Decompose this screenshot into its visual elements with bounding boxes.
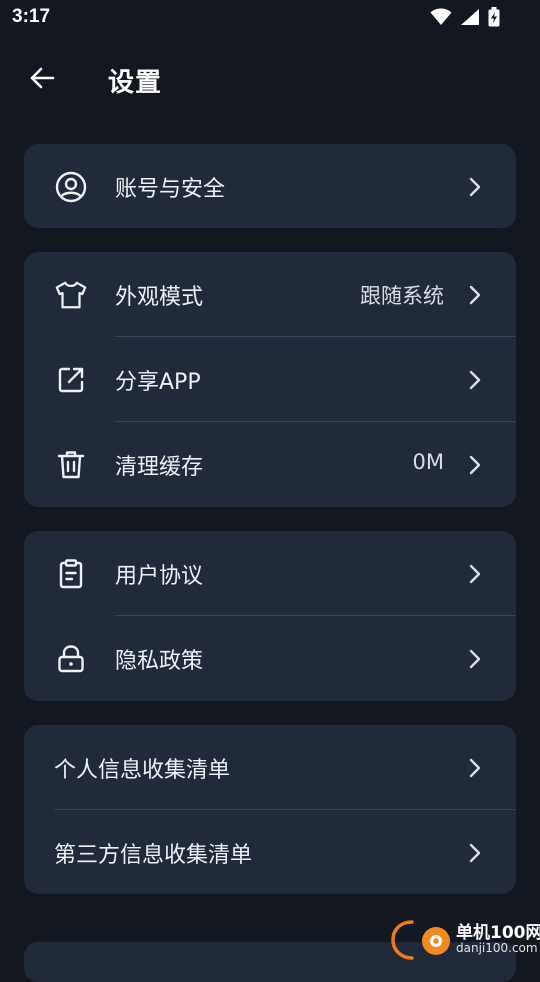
row-label: 外观模式	[115, 285, 204, 310]
row-label: 第三方信息收集清单	[54, 843, 253, 868]
clipboard-icon	[54, 557, 88, 591]
watermark: 单机100网 danji100.com	[390, 916, 540, 960]
settings-card-legal: 用户协议 隐私政策	[24, 531, 516, 701]
row-share-app[interactable]: 分享APP	[24, 337, 516, 422]
row-account-security[interactable]: 账号与安全	[24, 144, 516, 228]
row-user-agreement[interactable]: 用户协议	[24, 531, 516, 616]
settings-card-general: 外观模式 跟随系统 分享APP 清理缓存 0M	[24, 252, 516, 507]
row-privacy-policy[interactable]: 隐私政策	[24, 616, 516, 701]
trash-icon	[54, 448, 88, 482]
shirt-icon	[54, 278, 88, 312]
chevron-right-icon	[466, 840, 484, 866]
arrow-left-icon	[30, 67, 55, 89]
watermark-url: danji100.com	[456, 941, 538, 955]
user-circle-icon	[54, 170, 88, 204]
status-time: 3:17	[12, 6, 51, 27]
back-button[interactable]	[22, 60, 62, 96]
row-label: 清理缓存	[115, 455, 204, 480]
chevron-right-icon	[466, 452, 484, 478]
chevron-right-icon	[466, 174, 484, 200]
chevron-right-icon	[466, 282, 484, 308]
signal-icon	[461, 9, 479, 25]
watermark-logo-icon	[391, 920, 450, 960]
row-third-party-info-list[interactable]: 第三方信息收集清单	[24, 810, 516, 894]
row-label: 账号与安全	[115, 177, 226, 202]
status-icons	[430, 7, 500, 27]
chevron-right-icon	[466, 755, 484, 781]
page-title: 设置	[108, 68, 163, 98]
wifi-icon	[430, 8, 452, 25]
chevron-right-icon	[466, 367, 484, 393]
row-personal-info-list[interactable]: 个人信息收集清单	[24, 725, 516, 810]
lock-icon	[54, 642, 88, 676]
row-label: 分享APP	[115, 370, 201, 395]
row-value: 跟随系统	[360, 284, 444, 308]
row-clear-cache[interactable]: 清理缓存 0M	[24, 422, 516, 507]
row-label: 用户协议	[115, 564, 204, 589]
row-label: 隐私政策	[115, 649, 204, 674]
row-appearance-mode[interactable]: 外观模式 跟随系统	[24, 252, 516, 337]
row-value: 0M	[412, 450, 444, 474]
status-bar: 3:17	[0, 0, 540, 36]
battery-charging-icon	[488, 7, 500, 27]
app-bar: 设置	[0, 48, 540, 108]
settings-card-account: 账号与安全	[24, 144, 516, 228]
chevron-right-icon	[466, 646, 484, 672]
settings-card-info-lists: 个人信息收集清单 第三方信息收集清单	[24, 725, 516, 894]
watermark-name: 单机100网	[456, 923, 540, 943]
row-label: 个人信息收集清单	[54, 758, 231, 783]
share-external-icon	[54, 363, 88, 397]
chevron-right-icon	[466, 561, 484, 587]
